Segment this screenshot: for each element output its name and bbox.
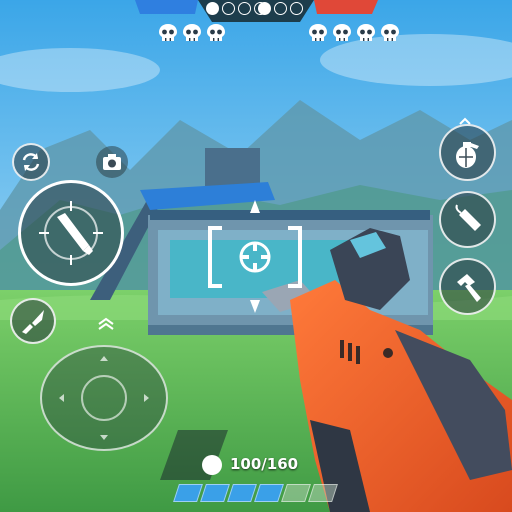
camera-button[interactable] [96, 146, 128, 178]
movement-joystick[interactable] [40, 345, 168, 451]
reload-icon [22, 153, 40, 171]
ammo-bar-segment [281, 484, 311, 502]
skull-icon [333, 24, 351, 41]
red-team-score-dots [258, 2, 303, 15]
skull-icon [159, 24, 177, 41]
ammo-bar-segment [308, 484, 338, 502]
skull-icon [309, 24, 327, 41]
ammo-bar-segment [227, 484, 257, 502]
grenade-icon [455, 141, 479, 168]
grenade-button[interactable] [439, 124, 496, 181]
score-dot [238, 2, 251, 15]
reload-button[interactable] [12, 143, 50, 181]
skull-icon [183, 24, 201, 41]
skull-icon [357, 24, 375, 41]
hammer-icon [456, 273, 481, 302]
score-dot [206, 2, 219, 15]
ammo-icon [202, 455, 222, 475]
skull-icon [381, 24, 399, 41]
ammo-bar-segment [173, 484, 203, 502]
skull-icon [207, 24, 225, 41]
knife-button[interactable] [10, 298, 56, 344]
knife-icon [22, 310, 44, 334]
ammo-bar [173, 484, 338, 502]
dynamite-icon [455, 204, 481, 231]
score-dot [274, 2, 287, 15]
fire-button[interactable] [18, 180, 124, 286]
red-team-skulls [308, 23, 400, 43]
fire-bullet-icon [39, 201, 103, 265]
hammer-button[interactable] [439, 258, 496, 315]
dynamite-button[interactable] [439, 191, 496, 248]
ammo-bar-segment [254, 484, 284, 502]
score-dot [258, 2, 271, 15]
ammo-counter: 100/160 [230, 455, 299, 473]
ammo-bar-segment [200, 484, 230, 502]
joystick-dpad-icon [59, 356, 149, 440]
joystick-up-arrows-icon [97, 315, 115, 334]
camera-icon [103, 154, 121, 170]
blue-team-skulls [158, 23, 226, 43]
score-dot [290, 2, 303, 15]
score-dot [222, 2, 235, 15]
